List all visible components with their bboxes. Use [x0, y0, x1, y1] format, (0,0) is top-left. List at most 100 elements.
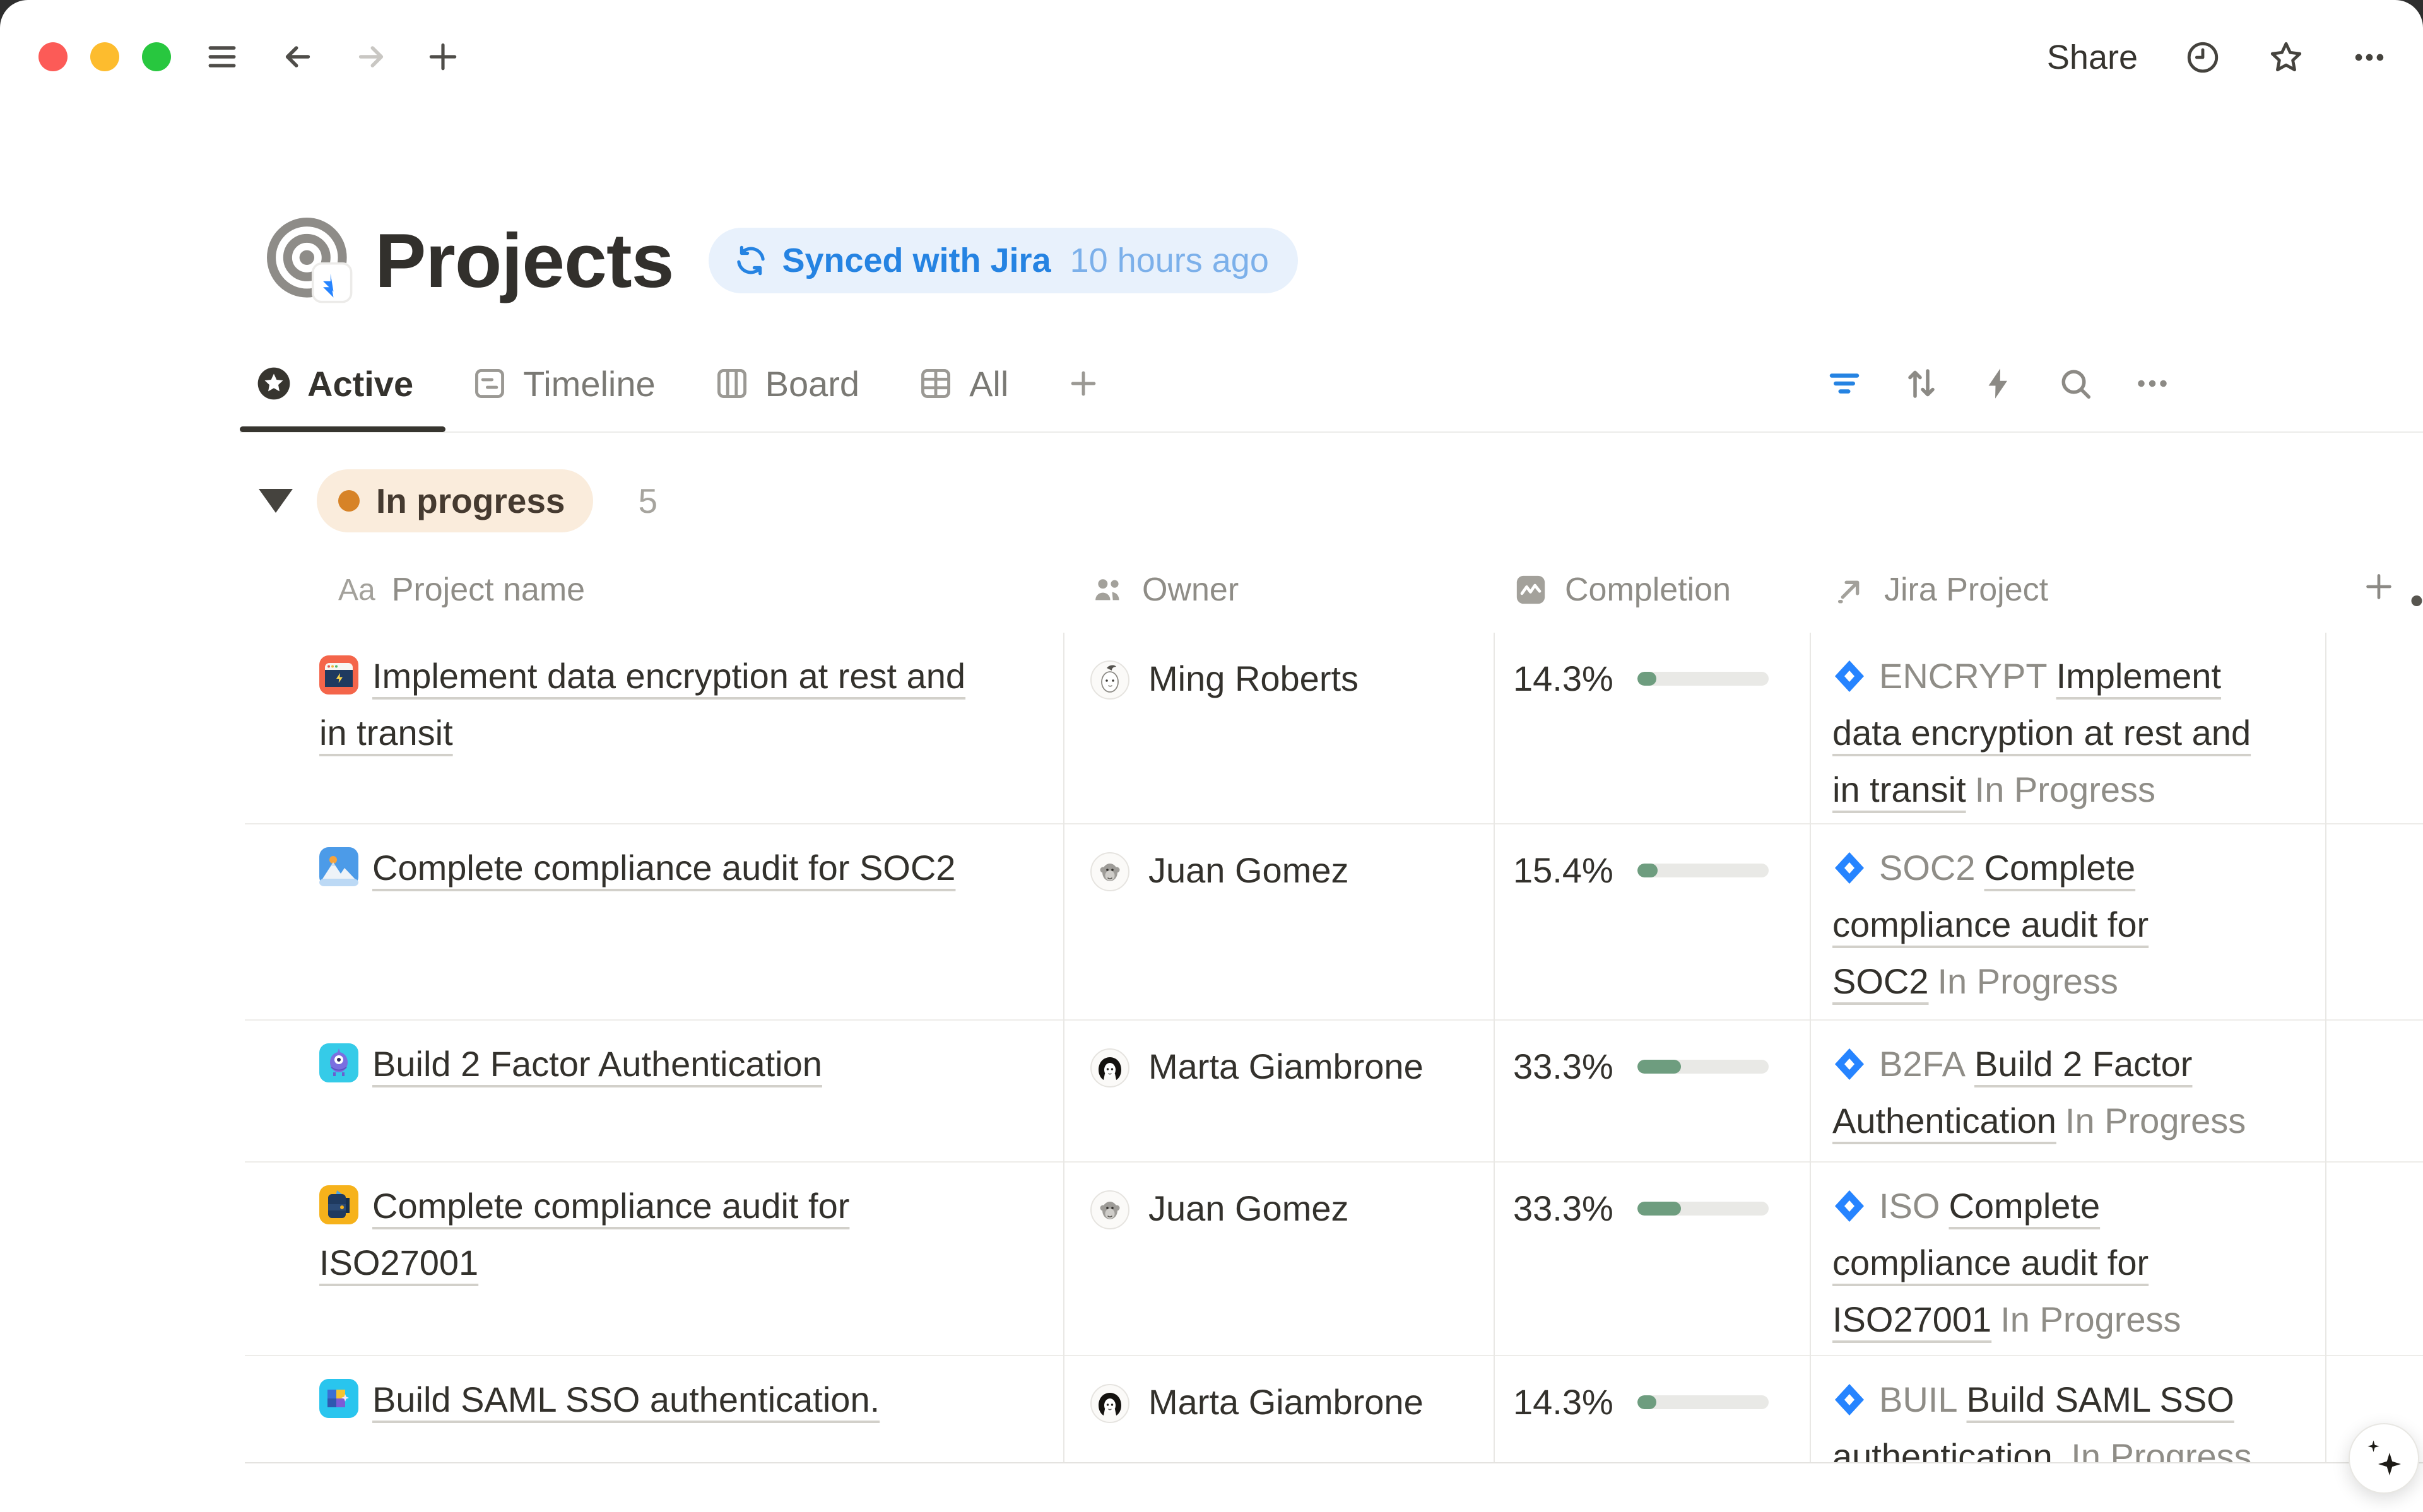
jira-status: In Progress: [2000, 1299, 2181, 1339]
group-count: 5: [639, 481, 658, 521]
jira-status: In Progress: [1975, 770, 2155, 809]
tab-all[interactable]: All: [917, 363, 1008, 404]
column-header-completion[interactable]: Completion: [1513, 555, 1731, 624]
zoom-traffic-light[interactable]: [142, 42, 171, 71]
table-header: Aa Project name Owner Completion Jira Pr…: [0, 555, 2423, 633]
hamburger-icon[interactable]: [204, 39, 240, 74]
avatar-ming-roberts: [1090, 659, 1129, 698]
project-title-link[interactable]: Build 2 Factor Authentication: [372, 1044, 822, 1084]
progress-fill: [1637, 672, 1656, 686]
completion-value: 14.3%: [1513, 1374, 1613, 1431]
sync-time: 10 hours ago: [1070, 241, 1269, 280]
column-header-jira-project[interactable]: Jira Project: [1832, 555, 2048, 624]
sort-icon[interactable]: [1902, 365, 1940, 402]
mosaic-icon: [319, 1378, 358, 1417]
star-circle-icon: [256, 365, 292, 402]
progress-bar: [1637, 1060, 1769, 1074]
header-more-icon[interactable]: [2410, 579, 2423, 594]
column-header-project-name[interactable]: Aa Project name: [338, 555, 585, 624]
history-clock-icon[interactable]: [2184, 39, 2221, 76]
avatar-marta-giambrone: [1090, 1383, 1129, 1422]
favorite-star-icon[interactable]: [2268, 39, 2304, 76]
encryption-app-icon: [319, 654, 358, 693]
progress-fill: [1637, 1202, 1681, 1216]
arrow-up-right-icon: [1832, 572, 1868, 607]
new-tab-plus-icon[interactable]: [425, 39, 461, 74]
column-divider[interactable]: [1810, 633, 1811, 1462]
owner-name: Ming Roberts: [1148, 650, 1359, 707]
completion-value: 33.3%: [1513, 1038, 1613, 1095]
text-aa-icon: Aa: [338, 573, 375, 607]
forward-arrow-icon[interactable]: [353, 39, 389, 74]
lightning-icon[interactable]: [1979, 365, 2017, 402]
progress-bar: [1637, 672, 1769, 686]
project-title-link[interactable]: Build SAML SSO authentication.: [372, 1380, 880, 1419]
add-view-button[interactable]: [1066, 366, 1100, 401]
table-row[interactable]: Implement data encryption at rest and in…: [245, 633, 2423, 824]
project-title-link[interactable]: Implement data encryption at rest and in…: [319, 656, 965, 753]
owner-name: Juan Gomez: [1148, 1180, 1349, 1237]
status-group-pill[interactable]: In progress: [317, 469, 593, 532]
progress-bar: [1637, 864, 1769, 877]
owner-name: Juan Gomez: [1148, 842, 1349, 899]
table-row[interactable]: Complete compliance audit for ISO27001 J…: [245, 1163, 2423, 1356]
page-target-icon[interactable]: [262, 213, 357, 308]
column-divider[interactable]: [1494, 633, 1495, 1462]
jira-sync-badge[interactable]: Synced with Jira 10 hours ago: [709, 228, 1297, 293]
search-icon[interactable]: [2056, 365, 2094, 402]
jira-diamond-icon: [1832, 845, 1866, 879]
board-columns-icon: [714, 365, 750, 402]
ai-assistant-button[interactable]: [2349, 1423, 2419, 1494]
minimize-traffic-light[interactable]: [90, 42, 119, 71]
avatar-marta-giambrone: [1090, 1047, 1129, 1086]
view-tabs-row: Active Timeline Board All: [0, 346, 2423, 433]
collapse-triangle-icon[interactable]: [259, 489, 293, 513]
sparkles-icon: [2361, 1436, 2407, 1481]
jira-diamond-icon: [1832, 653, 1866, 687]
jira-key: SOC2: [1879, 848, 1976, 888]
mountain-photo-icon: [319, 846, 358, 885]
sync-label: Synced with Jira: [782, 241, 1051, 280]
progress-fill: [1637, 1395, 1656, 1409]
table-row[interactable]: Build 2 Factor Authentication Marta Giam…: [245, 1021, 2423, 1163]
back-arrow-icon[interactable]: [280, 39, 315, 74]
add-column-button[interactable]: [2361, 569, 2396, 604]
jira-status: In Progress: [1938, 961, 2118, 1001]
page-title[interactable]: Projects: [375, 216, 673, 305]
progress-fill: [1637, 864, 1658, 877]
jira-key: BUIL: [1879, 1380, 1958, 1419]
tab-active[interactable]: Active: [256, 363, 413, 404]
share-button[interactable]: Share: [2047, 40, 2138, 75]
more-ellipsis-icon[interactable]: [2133, 365, 2171, 402]
filter-icon[interactable]: [1825, 365, 1863, 402]
people-icon: [1090, 572, 1126, 607]
tab-board[interactable]: Board: [714, 363, 859, 404]
jira-key: ISO: [1879, 1186, 1940, 1226]
status-group-label: In progress: [376, 481, 565, 521]
jira-diamond-icon: [1832, 1041, 1866, 1075]
more-ellipsis-icon[interactable]: [2351, 39, 2388, 76]
owner-name: Marta Giambrone: [1148, 1374, 1424, 1431]
titlebar: Share: [0, 0, 2423, 114]
table-row[interactable]: Complete compliance audit for SOC2 Juan …: [245, 824, 2423, 1021]
owner-name: Marta Giambrone: [1148, 1038, 1424, 1095]
alien-monster-icon: [319, 1042, 358, 1081]
jira-key: ENCRYPT: [1879, 656, 2048, 696]
wallet-icon: [319, 1184, 358, 1223]
plus-icon: [1066, 366, 1100, 401]
progress-bar: [1637, 1202, 1769, 1216]
project-title-link[interactable]: Complete compliance audit for ISO27001: [319, 1186, 849, 1282]
timeline-icon: [471, 365, 508, 402]
tab-timeline[interactable]: Timeline: [471, 363, 656, 404]
table-bottom-edge: [0, 1462, 2423, 1512]
status-dot-icon: [338, 490, 360, 512]
column-divider[interactable]: [2325, 633, 2326, 1462]
column-divider[interactable]: [1063, 633, 1064, 1462]
avatar-juan-gomez: [1090, 851, 1129, 890]
jira-diamond-icon: [1832, 1376, 1866, 1410]
column-header-owner[interactable]: Owner: [1090, 555, 1239, 624]
project-title-link[interactable]: Complete compliance audit for SOC2: [372, 848, 955, 888]
close-traffic-light[interactable]: [38, 42, 68, 71]
completion-value: 33.3%: [1513, 1180, 1613, 1237]
jira-status: In Progress: [2065, 1101, 2246, 1140]
